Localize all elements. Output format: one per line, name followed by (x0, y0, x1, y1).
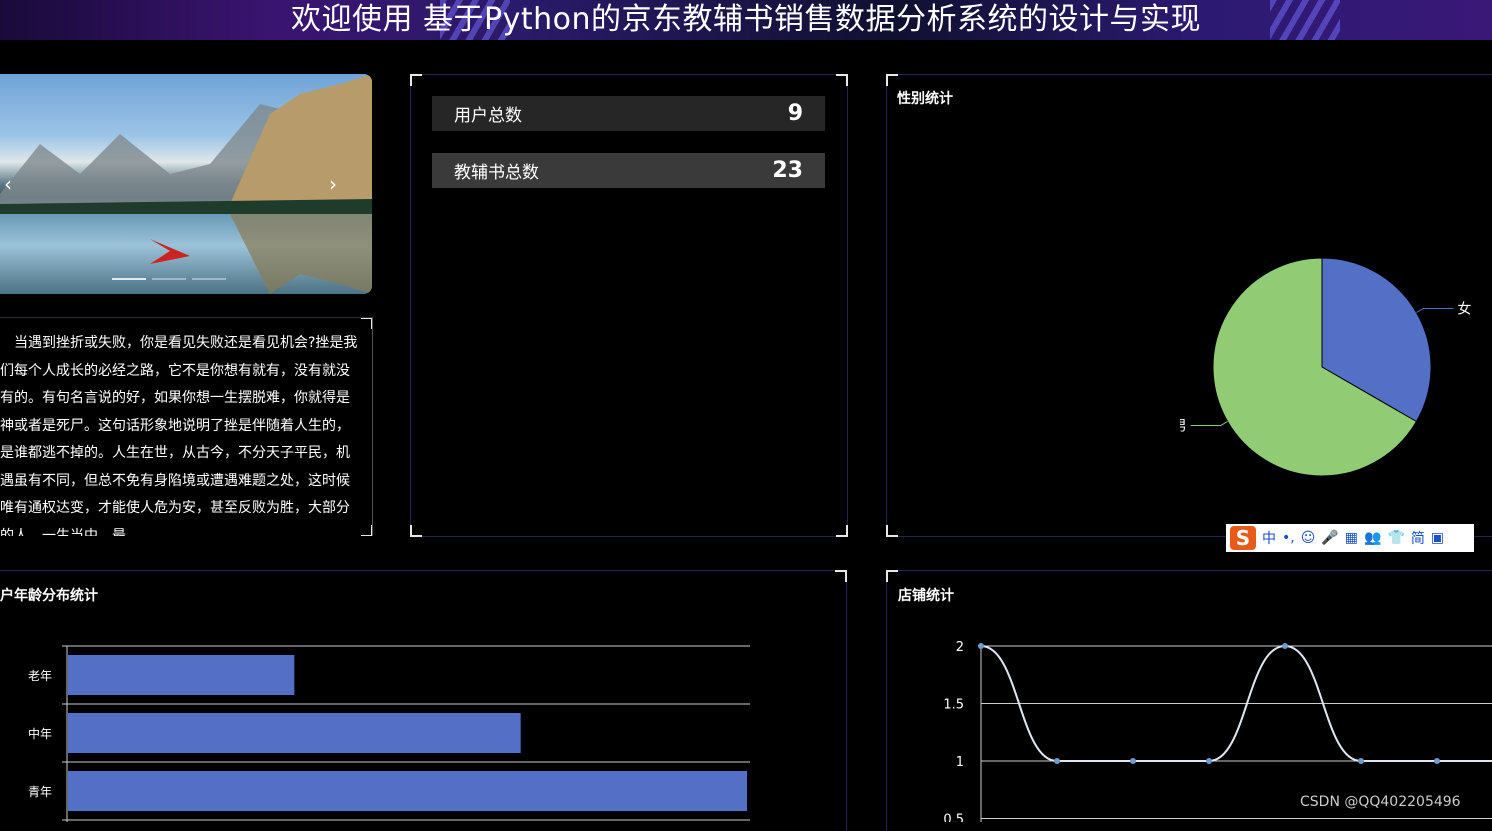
age-bar-chart[interactable]: 老年中年青年 (0, 630, 780, 822)
y-tick-label: 2 (956, 640, 964, 655)
stats-panel (410, 74, 848, 537)
data-point (1358, 758, 1364, 764)
age-chart-title: 户年龄分布统计 (0, 588, 98, 604)
data-point (1054, 758, 1060, 764)
stat-value: 23 (772, 158, 803, 183)
stat-value: 9 (787, 101, 803, 126)
bar (68, 713, 521, 753)
carousel-prev-icon[interactable]: ‹ (4, 172, 12, 196)
data-point (1282, 643, 1288, 649)
ime-toolbar[interactable]: S 中 •, ☺ 🎤 ▦ 👥 👕 简 ▣ (1226, 524, 1474, 552)
y-tick-label: 青年 (28, 785, 52, 799)
pie-label-line (1416, 308, 1454, 313)
bar (68, 655, 295, 695)
panel-corner (410, 74, 422, 86)
y-tick-label: 1.5 (943, 698, 964, 713)
carousel-indicator[interactable] (192, 278, 226, 280)
panel-corner (836, 525, 848, 537)
ime-item[interactable]: ▦ (1345, 530, 1358, 546)
ime-item[interactable]: ▣ (1431, 530, 1444, 546)
sogou-logo-icon[interactable]: S (1230, 526, 1256, 550)
panel-corner (835, 570, 847, 582)
stat-user-count: 用户总数 9 (432, 96, 825, 131)
stat-label: 用户总数 (454, 106, 522, 126)
shop-chart-title: 店铺统计 (898, 588, 954, 604)
data-point (1434, 758, 1440, 764)
panel-corner (886, 570, 898, 582)
pie-label: 男 (1180, 419, 1187, 435)
carousel-next-icon[interactable]: › (329, 172, 337, 196)
y-tick-label: 1 (956, 755, 964, 770)
panel-corner (361, 525, 372, 536)
article-panel: 当遇到挫折或失败，你是看见失败还是看见机会?挫是我们每个人成长的必经之路，它不是… (0, 317, 373, 536)
ime-item[interactable]: 中 (1262, 528, 1276, 548)
panel-corner (361, 318, 372, 329)
data-point (1130, 758, 1136, 764)
y-tick-label: 中年 (28, 726, 52, 741)
landscape-image (0, 74, 372, 294)
gender-chart-title: 性别统计 (897, 91, 953, 107)
watermark: CSDN @QQ402205496 (1300, 794, 1461, 810)
ime-item[interactable]: 👕 (1387, 530, 1404, 546)
ime-item[interactable]: •, (1282, 530, 1295, 546)
stat-book-count: 教辅书总数 23 (432, 153, 825, 188)
y-tick-label: 老年 (28, 669, 52, 683)
pie-label-line (1190, 421, 1228, 426)
data-point (1206, 758, 1212, 764)
ime-item[interactable]: ☺ (1301, 530, 1316, 546)
ime-item[interactable]: 👥 (1364, 530, 1381, 546)
header-bar: 欢迎使用 基于Python的京东教辅书销售数据分析系统的设计与实现 (0, 0, 1492, 40)
ime-item[interactable]: 🎤 (1321, 530, 1338, 546)
image-carousel[interactable]: ‹ › (0, 74, 372, 294)
panel-corner (886, 525, 898, 537)
gender-pie-chart[interactable]: 女男 (1180, 230, 1492, 500)
pie-label: 女 (1457, 301, 1471, 318)
y-tick-label: 0.5 (943, 813, 964, 823)
ime-item[interactable]: 简 (1411, 528, 1425, 548)
bar (68, 771, 747, 811)
panel-corner (410, 525, 422, 537)
panel-corner (836, 74, 848, 86)
article-text: 当遇到挫折或失败，你是看见失败还是看见机会?挫是我们每个人成长的必经之路，它不是… (0, 335, 358, 536)
data-point (978, 643, 984, 649)
carousel-indicator[interactable] (152, 278, 186, 280)
stat-label: 教辅书总数 (454, 163, 539, 183)
page-title: 欢迎使用 基于Python的京东教辅书销售数据分析系统的设计与实现 (290, 2, 1202, 37)
carousel-indicator[interactable] (112, 278, 146, 280)
panel-corner (886, 74, 898, 86)
